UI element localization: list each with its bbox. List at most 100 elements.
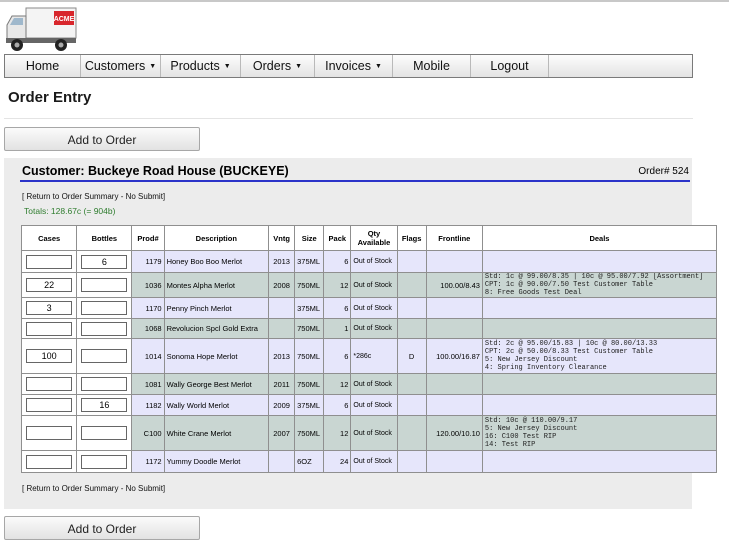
bottles-input[interactable] [81, 254, 128, 269]
cases-cell [20, 373, 78, 395]
bottles-input[interactable] [81, 398, 128, 412]
cases-input[interactable] [26, 377, 73, 391]
flags [396, 450, 427, 473]
cases-input[interactable] [26, 321, 73, 336]
cases-input[interactable] [26, 254, 73, 269]
pack-size: 24 [323, 450, 352, 473]
company-logo[interactable]: ACME [4, 5, 78, 53]
bottles-cell [76, 394, 133, 416]
deals [481, 250, 718, 273]
cases-cell [20, 272, 78, 298]
return-to-summary-link-bottom[interactable]: [ Return to Order Summary - No Submit] [22, 484, 165, 493]
deals [481, 297, 718, 319]
qty-available: Out of Stock [350, 318, 398, 339]
cases-cell [20, 450, 78, 473]
table-row: C100 White Crane Merlot 2007 750ML 12 Out of … [20, 415, 718, 451]
table-row: 1014Sonoma Hope Merlot2013750ML6*286cD10… [20, 338, 718, 374]
column-header: Pack [323, 225, 352, 251]
vintage: 2007 [268, 415, 296, 451]
pack-size: 6 [323, 394, 352, 416]
pack-size: 1 [323, 318, 352, 339]
bottles-cell [76, 373, 133, 395]
blue-divider [20, 180, 690, 182]
bottles-input[interactable] [81, 377, 128, 391]
add-to-order-button-bottom[interactable]: Add to Order [4, 516, 200, 540]
cases-input[interactable] [26, 426, 73, 440]
product-description: Montes Alpha Merlot [163, 272, 270, 298]
deals: Std: 10c @ 110.00/9.17 5: New Jersey Dis… [481, 415, 718, 451]
bottles-cell [76, 297, 133, 319]
return-to-summary-link[interactable]: [ Return to Order Summary - No Submit] [22, 192, 165, 201]
column-header: Qty Available [350, 225, 398, 251]
cases-input[interactable] [26, 398, 73, 412]
bottle-size: 750ML [294, 338, 325, 374]
product-number: 1014 [131, 338, 165, 374]
nav-customers[interactable]: Customers ▼ [81, 55, 161, 77]
product-number: 1172 [131, 450, 165, 473]
qty-available: Out of Stock [350, 250, 398, 273]
caret-down-icon: ▼ [223, 63, 231, 70]
product-number: 1182 [131, 394, 165, 416]
qty-available: Out of Stock [350, 450, 398, 473]
cases-input[interactable] [26, 301, 73, 315]
qty-available: Out of Stock [350, 272, 398, 298]
nav-logout[interactable]: Logout [471, 55, 549, 77]
pack-size: 6 [323, 338, 352, 374]
bottles-input[interactable] [81, 321, 128, 336]
table-row: 1081 Wally George Best Merlot 2011 750ML 12 O… [20, 373, 718, 395]
column-header: Deals [481, 225, 718, 251]
bottles-cell [76, 272, 133, 298]
qty-available: Out of Stock [350, 415, 398, 451]
nav-home[interactable]: Home [5, 55, 81, 77]
caret-down-icon: ▼ [295, 63, 303, 70]
cases-input[interactable] [26, 349, 73, 363]
product-number: 1068 [131, 318, 165, 339]
order-panel: Customer: Buckeye Road House (BUCKEYE) O… [4, 158, 718, 509]
cases-input[interactable] [26, 278, 73, 292]
product-description: Revolucion Spcl Gold Extra [163, 318, 270, 339]
pack-size: 6 [323, 297, 352, 319]
truck-icon: ACME [6, 7, 77, 51]
nav-label: Customers [84, 59, 146, 73]
deals: Std: 2c @ 95.00/15.83 | 10c @ 80.00/13.3… [481, 338, 718, 374]
bottles-input[interactable] [81, 278, 128, 292]
qty-available: *286c [350, 338, 398, 374]
bottle-size: 750ML [294, 373, 325, 395]
product-description: Wally George Best Merlot [163, 373, 270, 395]
product-number: C100 [131, 415, 165, 451]
flags [396, 297, 427, 319]
nav-label: Mobile [413, 59, 450, 73]
bottle-size: 375ML [294, 250, 325, 273]
column-header: Description [163, 225, 270, 251]
order-number: Order# 524 [638, 166, 689, 177]
column-header: Bottles [76, 225, 133, 251]
flags [396, 373, 427, 395]
bottle-size: 750ML [294, 415, 325, 451]
nav-products[interactable]: Products ▼ [161, 55, 241, 77]
add-to-order-button[interactable]: Add to Order [4, 127, 200, 151]
table-row: 1182Wally World Merlot2009375ML6Out of S… [20, 394, 718, 416]
table-row: 1170Penny Pinch Merlot 375ML6Out of Stock [20, 297, 718, 319]
bottles-input[interactable] [81, 454, 128, 469]
nav-orders[interactable]: Orders ▼ [241, 55, 315, 77]
vintage: 2008 [268, 272, 296, 298]
bottles-input[interactable] [81, 349, 128, 363]
bottles-input[interactable] [81, 301, 128, 315]
product-description: Yummy Doodle Merlot [163, 450, 270, 473]
product-description: Penny Pinch Merlot [163, 297, 270, 319]
order-entry-table: Cases Bottles Prod# Description Vntg Size Pack… [20, 225, 718, 473]
pack-size: 12 [323, 272, 352, 298]
bottles-input[interactable] [81, 426, 128, 440]
column-header: Size [294, 225, 325, 251]
flags [396, 415, 427, 451]
pack-size: 12 [323, 373, 352, 395]
column-header: Prod# [131, 225, 165, 251]
vintage: 2011 [268, 373, 296, 395]
cases-input[interactable] [26, 454, 73, 469]
page-title: Order Entry [8, 89, 92, 106]
pack-size: 6 [323, 250, 352, 273]
nav-mobile[interactable]: Mobile [393, 55, 471, 77]
vintage [268, 297, 296, 319]
cases-cell [20, 338, 78, 374]
nav-invoices[interactable]: Invoices ▼ [315, 55, 393, 77]
